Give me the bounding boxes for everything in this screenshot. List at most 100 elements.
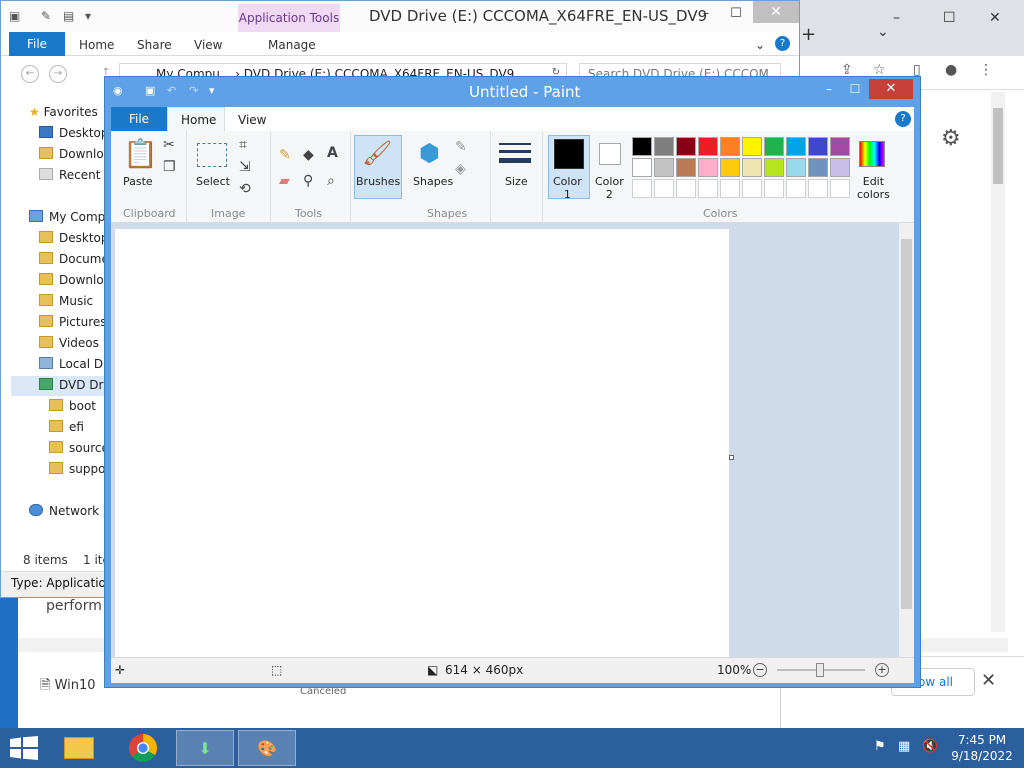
- new-tab-icon[interactable]: +: [801, 24, 816, 45]
- palette-swatch[interactable]: [698, 158, 718, 177]
- palette-swatch-empty[interactable]: [654, 179, 674, 198]
- palette-swatch-empty[interactable]: [698, 179, 718, 198]
- tab-file[interactable]: File: [111, 107, 167, 131]
- size-icon[interactable]: [499, 141, 531, 169]
- sidebar-item-local-disk[interactable]: Local Di: [39, 357, 107, 371]
- sidebar-item-desktop[interactable]: Desktop: [39, 231, 109, 245]
- sidebar-item-boot[interactable]: boot: [49, 399, 96, 413]
- sidebar-item-efi[interactable]: efi: [49, 420, 84, 434]
- palette-swatch[interactable]: [720, 158, 740, 177]
- palette-swatch[interactable]: [720, 137, 740, 156]
- select-button[interactable]: Select: [196, 175, 230, 188]
- sidebar-item-favorites[interactable]: ★ Favorites: [29, 105, 98, 119]
- profile-icon[interactable]: ●: [945, 62, 957, 78]
- palette-swatch-empty[interactable]: [632, 179, 652, 198]
- chrome-scroll-thumb[interactable]: [993, 108, 1003, 184]
- palette-swatch-empty[interactable]: [786, 179, 806, 198]
- clock[interactable]: 7:45 PM 9/18/2022: [944, 732, 1020, 764]
- explorer-app-icon[interactable]: ▣: [9, 9, 20, 23]
- palette-swatch[interactable]: [632, 137, 652, 156]
- palette-swatch[interactable]: [786, 137, 806, 156]
- taskbar-chrome[interactable]: [114, 730, 172, 766]
- palette-swatch[interactable]: [654, 158, 674, 177]
- redo-icon[interactable]: ↷: [189, 84, 198, 97]
- new-folder-icon[interactable]: ▤: [63, 9, 74, 23]
- shapes-icon[interactable]: ⬢: [419, 139, 440, 167]
- tab-manage[interactable]: Manage: [268, 38, 316, 52]
- palette-swatch[interactable]: [742, 158, 762, 177]
- palette-swatch-empty[interactable]: [720, 179, 740, 198]
- fill-bucket-icon[interactable]: ◆: [303, 147, 314, 163]
- minimize-icon[interactable]: –: [893, 10, 900, 26]
- paste-icon[interactable]: 📋: [123, 137, 158, 170]
- volume-muted-icon[interactable]: 🔇: [922, 739, 938, 754]
- close-icon[interactable]: ✕: [869, 79, 913, 99]
- network-icon[interactable]: ▦: [898, 739, 910, 754]
- action-center-icon[interactable]: ⚑: [874, 739, 886, 754]
- palette-swatch[interactable]: [830, 137, 850, 156]
- pencil-icon[interactable]: ✎: [279, 147, 291, 163]
- palette-swatch-empty[interactable]: [676, 179, 696, 198]
- zoom-out-button[interactable]: −: [753, 663, 767, 677]
- sidebar-item-network[interactable]: Network: [29, 504, 99, 518]
- palette-swatch[interactable]: [742, 137, 762, 156]
- minimize-icon[interactable]: –: [815, 80, 843, 98]
- qat-dropdown-icon[interactable]: ▾: [85, 9, 91, 23]
- maximize-icon[interactable]: ☐: [721, 3, 751, 25]
- resize-icon[interactable]: ⇲: [239, 159, 251, 175]
- palette-swatch-empty[interactable]: [830, 179, 850, 198]
- sidebar-item-desktop-fav[interactable]: Desktop: [39, 126, 109, 140]
- outline-icon[interactable]: ✎: [455, 139, 467, 155]
- zoom-in-button[interactable]: +: [875, 663, 889, 677]
- palette-swatch[interactable]: [632, 158, 652, 177]
- magnifier-icon[interactable]: ⌕: [327, 173, 335, 189]
- drawing-canvas[interactable]: [115, 229, 729, 657]
- undo-icon[interactable]: ↶: [167, 84, 176, 97]
- shapes-button[interactable]: Shapes: [413, 175, 453, 188]
- palette-swatch[interactable]: [808, 137, 828, 156]
- maximize-icon[interactable]: ☐: [943, 10, 956, 26]
- palette-swatch[interactable]: [698, 137, 718, 156]
- palette-swatch[interactable]: [676, 137, 696, 156]
- text-icon[interactable]: A: [327, 145, 338, 161]
- sidebar-item-computer[interactable]: My Comp: [29, 210, 105, 224]
- sidebar-item-recent[interactable]: Recent p: [39, 168, 112, 182]
- sidebar-item-sources[interactable]: source: [49, 441, 109, 455]
- paste-button[interactable]: Paste: [123, 175, 153, 188]
- forward-icon[interactable]: →: [49, 65, 67, 83]
- start-button[interactable]: [10, 736, 38, 760]
- palette-swatch[interactable]: [764, 158, 784, 177]
- fill-icon[interactable]: ◈: [455, 161, 466, 177]
- color2-label[interactable]: Color 2: [595, 175, 624, 201]
- properties-icon[interactable]: ✎: [41, 9, 51, 23]
- sidebar-item-downloads[interactable]: Downloa: [39, 273, 111, 287]
- tab-share[interactable]: Share: [137, 38, 172, 52]
- palette-swatch[interactable]: [764, 137, 784, 156]
- palette-swatch[interactable]: [830, 158, 850, 177]
- taskbar-paint[interactable]: 🎨: [238, 730, 296, 766]
- copy-icon[interactable]: ❐: [163, 159, 176, 175]
- minimize-icon[interactable]: –: [691, 3, 721, 25]
- size-button[interactable]: Size: [505, 175, 528, 188]
- close-icon[interactable]: ✕: [753, 1, 799, 23]
- color-picker-icon[interactable]: ⚲: [303, 173, 313, 189]
- edit-colors-icon[interactable]: [859, 141, 885, 167]
- sidebar-item-music[interactable]: Music: [39, 294, 93, 308]
- help-icon[interactable]: ?: [775, 36, 790, 51]
- help-icon[interactable]: ?: [895, 111, 911, 127]
- save-icon[interactable]: ▣: [145, 84, 155, 97]
- sidebar-item-pictures[interactable]: Pictures: [39, 315, 107, 329]
- qat-dropdown-icon[interactable]: ▾: [209, 84, 215, 97]
- maximize-icon[interactable]: ☐: [841, 80, 869, 98]
- palette-swatch[interactable]: [786, 158, 806, 177]
- palette-swatch-empty[interactable]: [808, 179, 828, 198]
- gear-icon[interactable]: ⚙: [941, 126, 961, 151]
- menu-kebab-icon[interactable]: ⋮: [979, 62, 993, 78]
- edit-colors-button[interactable]: Edit colors: [857, 175, 890, 201]
- sidebar-item-videos[interactable]: Videos: [39, 336, 99, 350]
- palette-swatch[interactable]: [808, 158, 828, 177]
- palette-swatch-empty[interactable]: [764, 179, 784, 198]
- sidebar-item-dvd-drive[interactable]: DVD Driv: [39, 378, 114, 392]
- tab-search-chevron-icon[interactable]: ⌄: [877, 24, 889, 40]
- download-item[interactable]: 🗎 Win10: [40, 676, 96, 698]
